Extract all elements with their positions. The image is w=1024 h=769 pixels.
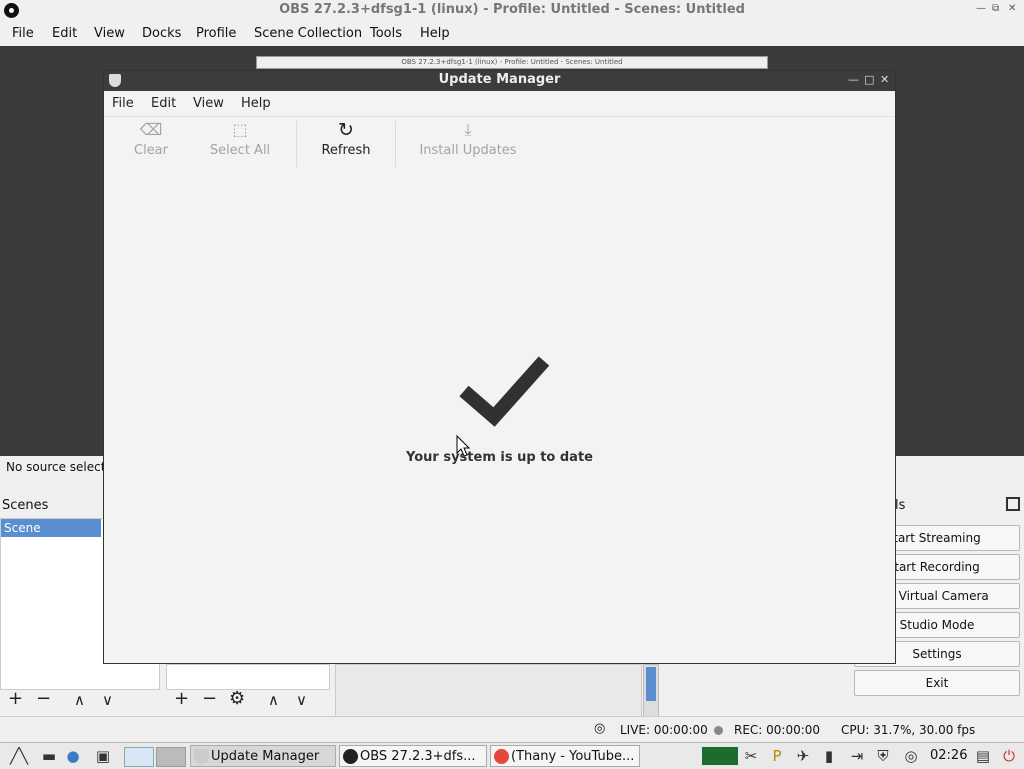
obs-statusbar: ◎ LIVE: 00:00:00 REC: 00:00:00 CPU: 31.7…: [0, 716, 1024, 743]
exit-button[interactable]: Exit: [854, 670, 1020, 696]
obs-tray-icon[interactable]: ◎: [902, 747, 920, 765]
checkmark-icon: [459, 356, 550, 427]
select-all-icon: ⬚: [232, 120, 248, 139]
controls-dock-title: ls: [895, 498, 906, 513]
task-label: Update Manager: [211, 749, 320, 764]
add-source-icon[interactable]: +: [174, 688, 189, 709]
task-update-manager[interactable]: Update Manager: [190, 745, 336, 767]
clock: 02:26: [930, 748, 968, 763]
workspace-2[interactable]: [156, 747, 186, 767]
menu-tools[interactable]: Tools: [370, 26, 402, 41]
refresh-button[interactable]: ↻ Refresh: [312, 117, 380, 173]
cpu-graph-icon: [702, 747, 738, 765]
clear-label: Clear: [134, 143, 168, 158]
add-scene-icon[interactable]: +: [8, 688, 23, 709]
chrome-icon: [494, 749, 509, 764]
battery-icon[interactable]: ▮: [820, 747, 838, 765]
restore-icon[interactable]: ⧉: [992, 3, 999, 14]
task-youtube[interactable]: (Thany - YouTube...: [490, 745, 640, 767]
scene-item-label: Scene: [4, 521, 41, 535]
mini-obs-window[interactable]: OBS 27.2.3+dfsg1-1 (linux) - Profile: Un…: [256, 56, 768, 69]
power-icon[interactable]: ⏻: [1000, 747, 1018, 765]
task-label: OBS 27.2.3+dfs...: [360, 749, 476, 764]
obs-logo-icon: [343, 749, 358, 764]
rec-status: REC: 00:00:00: [734, 723, 821, 737]
source-up-icon[interactable]: ∧: [268, 691, 279, 709]
task-obs[interactable]: OBS 27.2.3+dfs...: [339, 745, 487, 767]
menu-docks[interactable]: Docks: [142, 26, 181, 41]
up-to-date-message: Your system is up to date: [406, 450, 593, 465]
mixer-scrollbar[interactable]: [643, 664, 659, 718]
scenes-dock-title: Scenes: [2, 498, 49, 513]
update-manager-title: Update Manager: [438, 72, 561, 87]
move-up-icon[interactable]: ∧: [74, 691, 85, 709]
source-down-icon[interactable]: ∨: [296, 691, 307, 709]
um-menu-edit[interactable]: Edit: [151, 96, 176, 111]
um-menu-help[interactable]: Help: [241, 96, 271, 111]
sources-list[interactable]: [166, 664, 330, 690]
menu-help[interactable]: Help: [420, 26, 450, 41]
mouse-cursor-icon: [456, 435, 471, 457]
scrollbar-thumb[interactable]: [646, 667, 656, 701]
file-manager-icon[interactable]: ▣: [94, 747, 112, 765]
close-icon[interactable]: ✕: [1008, 3, 1016, 14]
taskbar: ╱╲ ▬ ● ▣ Update Manager OBS 27.2.3+dfs..…: [0, 742, 1024, 769]
select-all-button[interactable]: ⬚ Select All: [200, 117, 280, 173]
move-down-icon[interactable]: ∨: [102, 691, 113, 709]
audio-mixer: [335, 664, 642, 718]
source-properties-gear-icon[interactable]: ⚙: [229, 688, 245, 709]
cpu-status: CPU: 31.7%, 30.00 fps: [841, 723, 976, 737]
refresh-icon: ↻: [338, 119, 354, 141]
menu-scene-collection[interactable]: Scene Collection: [254, 26, 362, 41]
um-menu-view[interactable]: View: [193, 96, 224, 111]
login-icon[interactable]: ⇥: [848, 747, 866, 765]
no-source-label: No source select: [6, 460, 106, 474]
remove-scene-icon[interactable]: −: [36, 688, 51, 709]
update-manager-window: Update Manager — □ ✕ File Edit View Help…: [103, 70, 896, 664]
start-menu-icon[interactable]: ╱╲: [6, 747, 32, 765]
clipboard-icon[interactable]: P: [768, 747, 786, 765]
toolbar-separator: [296, 121, 297, 167]
install-updates-button[interactable]: ⤓ Install Updates: [412, 117, 524, 173]
close-icon[interactable]: ✕: [880, 73, 889, 86]
menu-edit[interactable]: Edit: [52, 26, 77, 41]
show-desktop-icon[interactable]: ▬: [40, 747, 58, 765]
update-manager-titlebar[interactable]: Update Manager — □ ✕: [104, 71, 895, 91]
refresh-label: Refresh: [321, 143, 371, 158]
select-all-label: Select All: [209, 143, 271, 158]
obs-menubar: File Edit View Docks Profile Scene Colle…: [0, 22, 1024, 46]
toolbar-separator: [395, 121, 396, 167]
maximize-icon[interactable]: □: [864, 73, 874, 86]
workspace-1[interactable]: [124, 747, 154, 767]
dock-float-icon[interactable]: [1006, 497, 1020, 511]
update-manager-menubar: File Edit View Help: [104, 91, 895, 117]
install-updates-label: Install Updates: [419, 143, 517, 158]
stream-signal-icon: ◎: [594, 721, 606, 736]
minimize-icon[interactable]: —: [976, 3, 986, 14]
volume-icon[interactable]: ▤: [974, 747, 992, 765]
shield-tray-icon[interactable]: ⛨: [874, 747, 892, 765]
scene-list-item[interactable]: Scene: [1, 519, 101, 537]
shield-icon: [194, 749, 209, 764]
menu-view[interactable]: View: [94, 26, 125, 41]
rec-indicator-icon: [714, 726, 723, 735]
um-menu-file[interactable]: File: [112, 96, 134, 111]
remove-source-icon[interactable]: −: [202, 688, 217, 709]
menu-file[interactable]: File: [12, 26, 34, 41]
download-icon: ⤓: [464, 120, 472, 139]
obs-window-title: OBS 27.2.3+dfsg1-1 (linux) - Profile: Un…: [279, 2, 745, 17]
menu-profile[interactable]: Profile: [196, 26, 236, 41]
live-status: LIVE: 00:00:00: [620, 723, 708, 737]
clear-button[interactable]: ⌫ Clear: [120, 117, 182, 173]
network-icon[interactable]: ✈: [794, 747, 812, 765]
browser-icon[interactable]: ●: [64, 747, 82, 765]
clear-icon: ⌫: [139, 120, 163, 139]
task-label: (Thany - YouTube...: [511, 749, 635, 764]
obs-titlebar: OBS 27.2.3+dfsg1-1 (linux) - Profile: Un…: [0, 0, 1024, 23]
scissors-icon[interactable]: ✂: [742, 747, 760, 765]
minimize-icon[interactable]: —: [848, 73, 859, 86]
update-manager-toolbar: ⌫ Clear ⬚ Select All ↻ Refresh ⤓ Install…: [104, 117, 895, 173]
